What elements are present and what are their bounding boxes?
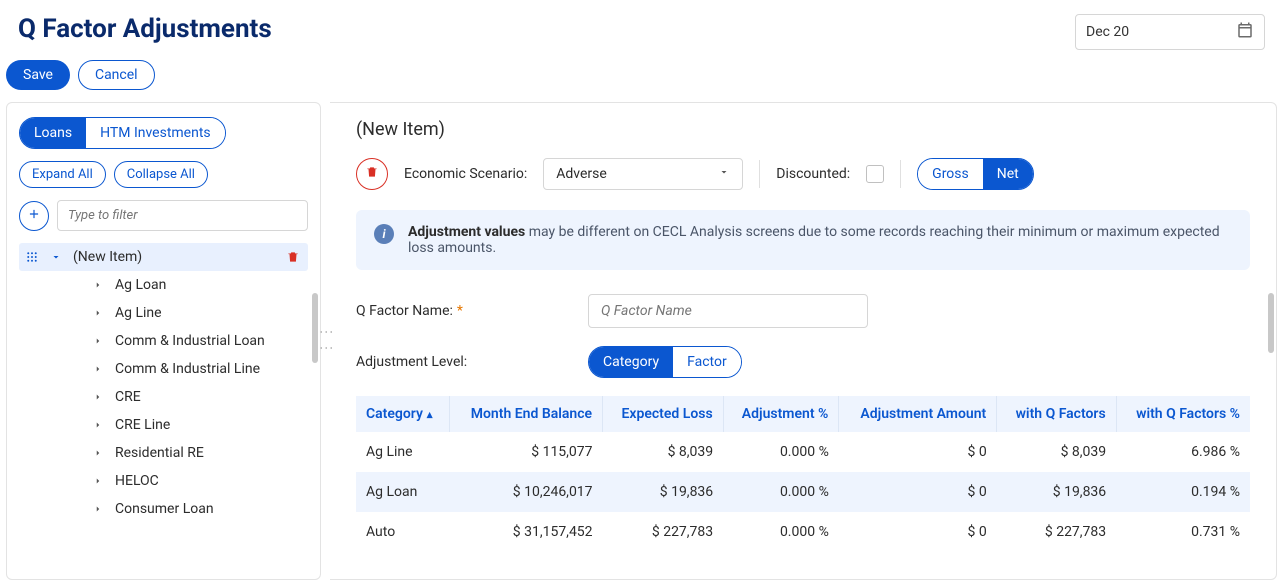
chevron-right-icon[interactable]	[91, 306, 105, 320]
tree-item[interactable]: CRE	[19, 383, 308, 411]
tree-item-label: Comm & Industrial Line	[115, 361, 302, 377]
tree-filter-input[interactable]	[57, 200, 308, 231]
chevron-right-icon[interactable]	[91, 446, 105, 460]
sort-asc-icon: ▴	[427, 408, 433, 421]
tree-item-label: Residential RE	[115, 445, 302, 461]
expand-all-button[interactable]: Expand All	[19, 161, 106, 188]
tree: (New Item) Ag Loan Ag Line Comm & Indust…	[19, 243, 308, 523]
chevron-right-icon[interactable]	[91, 278, 105, 292]
calendar-icon	[1236, 21, 1254, 43]
col-adjustment-amount[interactable]: Adjustment Amount	[839, 396, 997, 432]
tree-item[interactable]: HELOC	[19, 467, 308, 495]
tree-item-label: Ag Line	[115, 305, 302, 321]
required-marker: *	[457, 303, 463, 319]
right-scrollbar[interactable]	[1268, 293, 1274, 353]
delete-tree-item-button[interactable]	[284, 250, 302, 264]
chevron-down-icon[interactable]	[49, 250, 63, 264]
tree-item-label: Consumer Loan	[115, 501, 302, 517]
left-panel: Loans HTM Investments Expand All Collaps…	[6, 102, 321, 580]
tree-item[interactable]: Ag Line	[19, 299, 308, 327]
col-expected-loss[interactable]: Expected Loss	[603, 396, 724, 432]
table-row[interactable]: Ag Loan $ 10,246,017 $ 19,836 0.000 % $ …	[356, 472, 1250, 512]
divider	[900, 160, 901, 188]
tree-item[interactable]: Consumer Loan	[19, 495, 308, 523]
chevron-right-icon[interactable]	[91, 390, 105, 404]
qfactor-name-label: Q Factor Name:*	[356, 303, 576, 319]
tab-loans[interactable]: Loans	[20, 118, 86, 148]
type-segmented-control: Loans HTM Investments	[19, 117, 226, 149]
detail-title: (New Item)	[356, 119, 1250, 140]
qfactor-name-input[interactable]	[588, 294, 868, 328]
chevron-right-icon[interactable]	[91, 418, 105, 432]
drag-handle-icon[interactable]	[25, 251, 39, 263]
table-row[interactable]: Auto $ 31,157,452 $ 227,783 0.000 % $ 0 …	[356, 512, 1250, 552]
tree-item[interactable]: Residential RE	[19, 439, 308, 467]
tree-root-label: (New Item)	[73, 249, 274, 265]
trash-icon	[365, 165, 379, 183]
scenario-select[interactable]: Adverse	[543, 158, 743, 190]
tree-item-label: CRE Line	[115, 417, 302, 433]
divider	[759, 160, 760, 188]
info-icon: i	[374, 224, 394, 244]
level-category-button[interactable]: Category	[589, 347, 673, 377]
col-with-qfactors-pct[interactable]: with Q Factors %	[1116, 396, 1250, 432]
tree-item-label: Comm & Industrial Loan	[115, 333, 302, 349]
date-picker[interactable]: Dec 20	[1075, 14, 1265, 50]
right-panel: (New Item) Economic Scenario: Adverse Di…	[330, 102, 1277, 580]
discounted-checkbox[interactable]	[866, 165, 884, 183]
chevron-right-icon[interactable]	[91, 362, 105, 376]
tab-htm-investments[interactable]: HTM Investments	[86, 118, 225, 148]
gross-button[interactable]: Gross	[918, 159, 983, 189]
info-banner: i Adjustment values may be different on …	[356, 210, 1250, 270]
collapse-all-button[interactable]: Collapse All	[114, 161, 208, 188]
chevron-right-icon[interactable]	[91, 474, 105, 488]
col-category[interactable]: Category▴	[356, 396, 450, 432]
table-row[interactable]: Ag Line $ 115,077 $ 8,039 0.000 % $ 0 $ …	[356, 432, 1250, 472]
chevron-right-icon[interactable]	[91, 334, 105, 348]
adjustment-level-label: Adjustment Level:	[356, 354, 576, 370]
page-title: Q Factor Adjustments	[18, 14, 272, 44]
col-adjustment-pct[interactable]: Adjustment %	[723, 396, 839, 432]
tree-item[interactable]: Ag Loan	[19, 271, 308, 299]
col-with-qfactors[interactable]: with Q Factors	[997, 396, 1116, 432]
scenario-value: Adverse	[556, 166, 607, 182]
tree-item-label: Ag Loan	[115, 277, 302, 293]
chevron-down-icon	[718, 166, 730, 182]
tree-item[interactable]: Comm & Industrial Line	[19, 355, 308, 383]
col-balance[interactable]: Month End Balance	[450, 396, 603, 432]
gross-net-toggle: Gross Net	[917, 158, 1034, 190]
adjustment-level-toggle: Category Factor	[588, 346, 742, 378]
tree-item-label: HELOC	[115, 473, 302, 489]
delete-item-button[interactable]	[356, 158, 388, 190]
info-text: Adjustment values may be different on CE…	[408, 224, 1232, 256]
adjustment-table: Category▴ Month End Balance Expected Los…	[356, 396, 1250, 552]
level-factor-button[interactable]: Factor	[673, 347, 741, 377]
chevron-right-icon[interactable]	[91, 502, 105, 516]
save-button[interactable]: Save	[6, 60, 70, 90]
tree-item-label: CRE	[115, 389, 302, 405]
add-button[interactable]	[19, 201, 49, 231]
plus-icon	[27, 207, 41, 225]
tree-root[interactable]: (New Item)	[19, 243, 308, 271]
tree-item[interactable]: Comm & Industrial Loan	[19, 327, 308, 355]
scenario-label: Economic Scenario:	[404, 166, 527, 182]
discounted-label: Discounted:	[776, 166, 850, 182]
date-text: Dec 20	[1086, 24, 1129, 40]
net-button[interactable]: Net	[983, 159, 1033, 189]
tree-item[interactable]: CRE Line	[19, 411, 308, 439]
cancel-button[interactable]: Cancel	[78, 60, 155, 90]
